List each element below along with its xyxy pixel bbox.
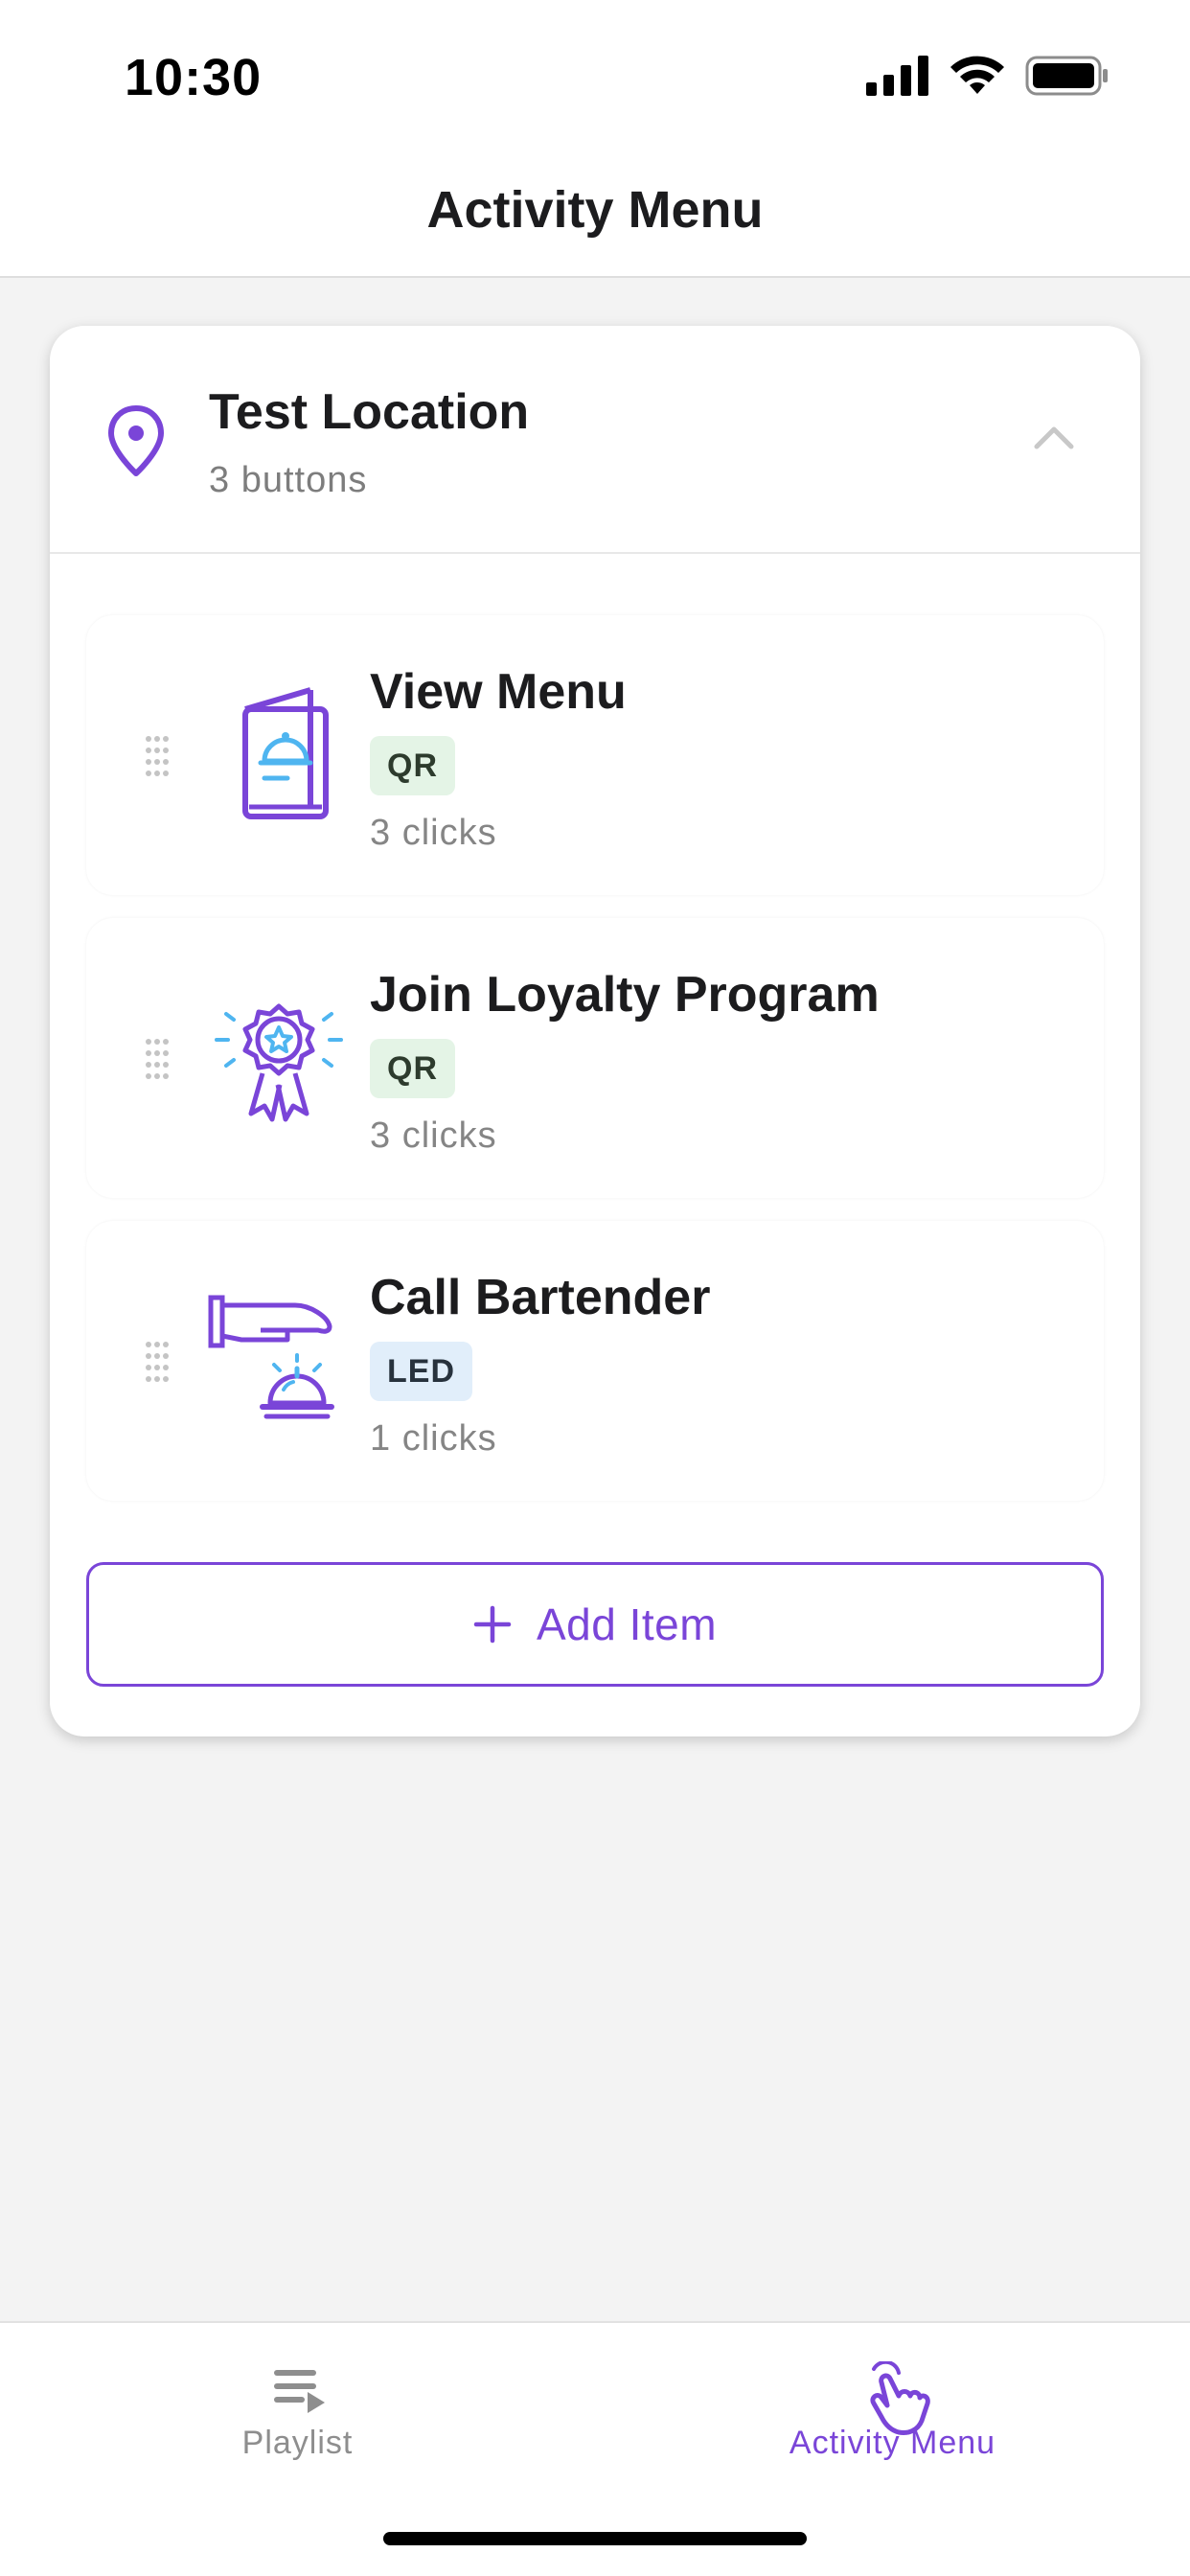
wifi-icon [950, 56, 1004, 94]
click-count: 3 clicks [370, 1116, 497, 1156]
drag-handle-icon[interactable] [144, 1037, 171, 1079]
item-title: Call Bartender [370, 1270, 711, 1325]
location-pin-icon [108, 405, 164, 476]
page-title: Activity Menu [426, 181, 764, 239]
cellular-signal-icon [866, 56, 928, 96]
award-badge-icon [215, 1003, 343, 1122]
menu-item[interactable]: Join Loyalty Program QR 3 clicks [86, 918, 1104, 1198]
battery-icon [1025, 56, 1108, 96]
add-item-label: Add Item [536, 1599, 718, 1649]
location-header[interactable]: Test Location 3 buttons [50, 326, 1140, 554]
item-title: View Menu [370, 664, 627, 720]
click-count: 1 clicks [370, 1418, 497, 1459]
home-indicator [383, 2532, 807, 2545]
status-icons [866, 56, 1110, 96]
status-bar: 10:30 [0, 0, 1190, 153]
plus-icon [473, 1605, 512, 1644]
location-card: Test Location 3 buttons View Menu QR 3 c… [50, 326, 1140, 1736]
item-title: Join Loyalty Program [370, 967, 880, 1023]
location-subtitle: 3 buttons [209, 460, 368, 500]
status-time: 10:30 [125, 49, 263, 106]
add-item-button[interactable]: Add Item [86, 1562, 1104, 1687]
service-bell-icon [208, 1295, 334, 1419]
menu-item[interactable]: View Menu QR 3 clicks [86, 615, 1104, 895]
menu-book-icon [242, 687, 329, 819]
tab-playlist[interactable]: Playlist [0, 2323, 595, 2486]
trigger-type-badge: QR [370, 1039, 455, 1098]
click-count: 3 clicks [370, 813, 497, 853]
trigger-type-badge: QR [370, 736, 455, 795]
location-title: Test Location [209, 384, 530, 440]
menu-item[interactable]: Call Bartender LED 1 clicks [86, 1221, 1104, 1501]
chevron-up-icon[interactable] [1031, 422, 1077, 452]
trigger-type-badge: LED [370, 1342, 472, 1401]
tab-activity-menu[interactable]: Activity Menu [595, 2323, 1190, 2486]
tab-label: Activity Menu [789, 2425, 996, 2461]
tab-label: Playlist [241, 2425, 354, 2461]
drag-handle-icon[interactable] [144, 734, 171, 776]
drag-handle-icon[interactable] [144, 1340, 171, 1382]
app-header: Activity Menu [0, 153, 1190, 278]
